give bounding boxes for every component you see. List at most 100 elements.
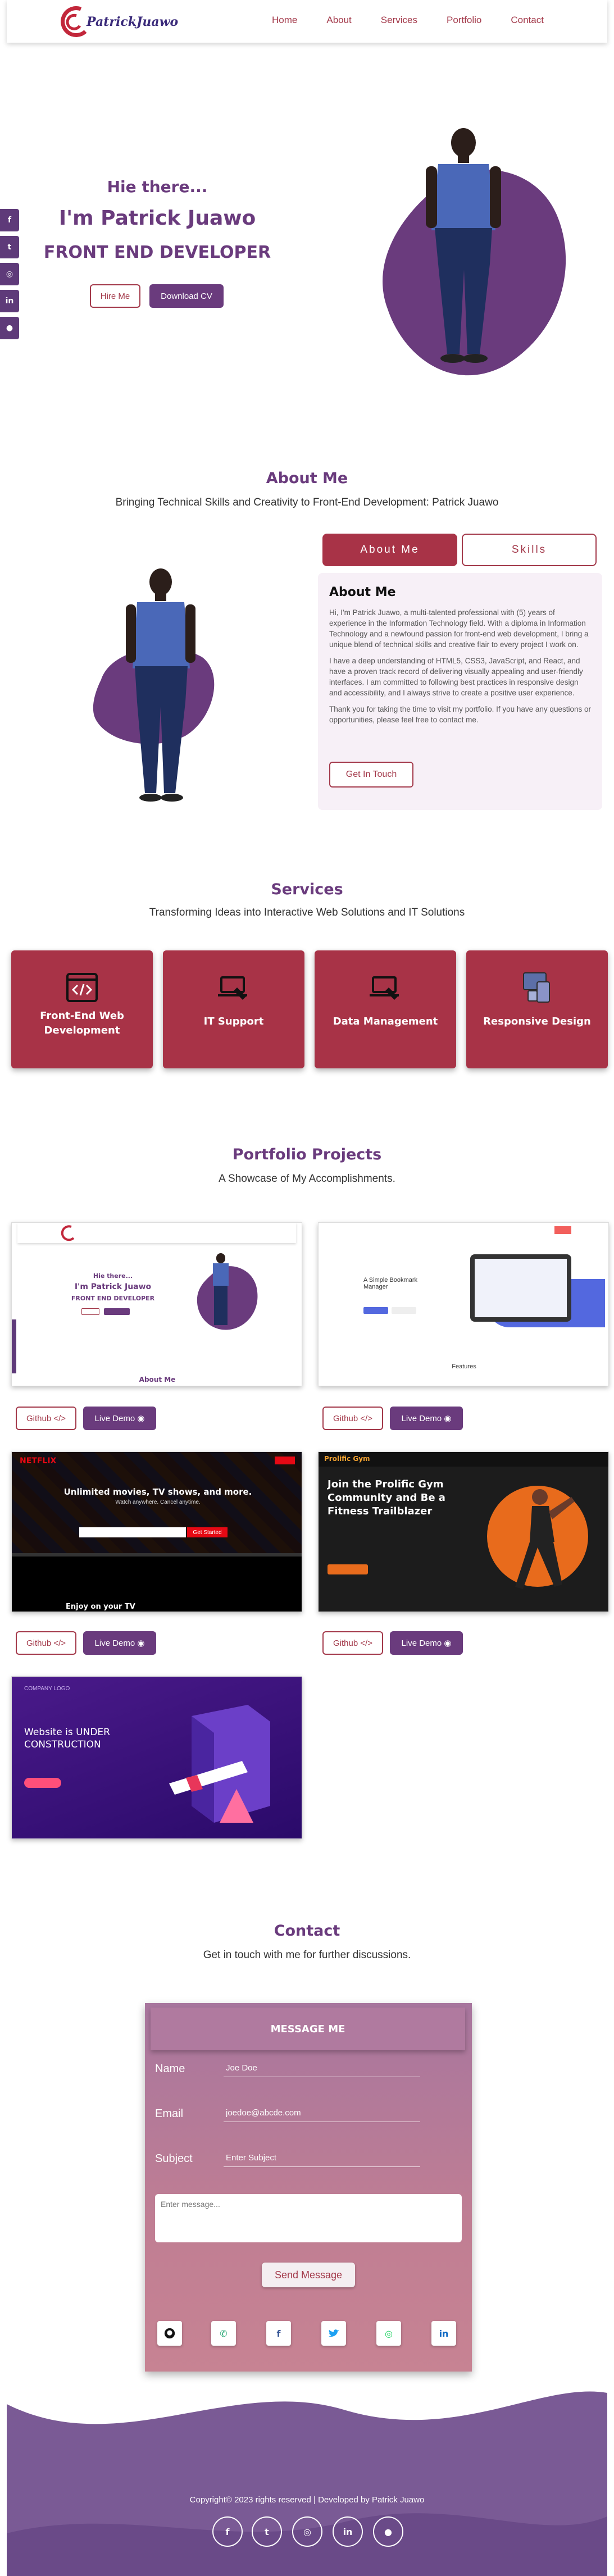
navbar: PatrickJuawo Home About Services Portfol… [7,0,607,43]
logo-text: PatrickJuawo [87,15,179,29]
github-button[interactable]: Github </> [322,1407,383,1430]
about-section-subtitle: Bringing Technical Skills and Creativity… [115,497,499,508]
thumb-construction-illustration [169,1705,270,1823]
service-card-data-management[interactable]: Data Management [315,950,456,1068]
whatsapp-icon[interactable]: ◎ [376,2321,401,2346]
thumb-navbar [319,1223,608,1240]
nav-home[interactable]: Home [272,15,297,26]
service-label: IT Support [203,1016,264,1027]
hire-me-button[interactable]: Hire Me [90,284,140,308]
services-section-title: Services [271,881,343,898]
thumb-button [363,1307,388,1314]
subject-label: Subject [155,2152,193,2165]
thumb-portrait [197,1253,258,1330]
service-card-frontend[interactable]: Front-End Web Development [11,950,153,1068]
hero-portrait [383,128,566,376]
github-button[interactable]: Github </> [16,1407,76,1430]
project-thumbnail-gym[interactable]: Prolific Gym Join the Prolific Gym Commu… [318,1451,609,1612]
facebook-icon[interactable]: f [266,2321,291,2346]
subject-field[interactable] [224,2149,420,2167]
thumb-brand: Prolific Gym [324,1455,370,1463]
thumb-navbar [17,1223,296,1243]
thumb-email-input [79,1527,186,1537]
tab-skills[interactable]: Skills [462,534,597,566]
about-paragraph-2: I have a deep understanding of HTML5, CS… [329,657,583,697]
service-label: Data Management [333,1016,438,1027]
twitter-icon[interactable]: t [252,2516,282,2547]
about-paragraph-1: Hi, I'm Patrick Juawo, a multi-talented … [329,608,589,649]
services-section-subtitle: Transforming Ideas into Interactive Web … [149,907,465,918]
nav-portfolio[interactable]: Portfolio [447,15,481,26]
github-icon[interactable]: ● [373,2516,403,2547]
about-portrait [93,568,215,802]
email-field[interactable] [224,2104,420,2122]
live-demo-button[interactable]: Live Demo ◉ [390,1407,463,1430]
about-card: About Me Hi, I'm Patrick Juawo, a multi-… [318,573,602,810]
send-message-button[interactable]: Send Message [262,2263,355,2287]
nav-contact[interactable]: Contact [511,15,544,26]
linkedin-icon[interactable]: in [431,2321,456,2346]
thumb-brand: NETFLIX [20,1457,57,1466]
thumb-button [81,1308,99,1315]
twitter-icon[interactable] [321,2321,346,2346]
github-button[interactable]: Github </> [16,1631,76,1655]
portfolio-section-title: Portfolio Projects [232,1146,382,1163]
thumb-greeting: Hie there... [93,1272,133,1280]
logo-mark-icon [61,1225,75,1241]
thumb-title: Website is UNDER CONSTRUCTION [24,1727,110,1750]
project-thumbnail-bookmark[interactable]: A Simple Bookmark Manager Features [318,1222,609,1386]
thumb-cta: Get Started [187,1527,228,1537]
whatsapp-icon[interactable]: ◎ [292,2516,322,2547]
name-field[interactable] [224,2059,420,2077]
service-label: Front-End Web Development [40,1010,124,1036]
github-icon[interactable]: ● [0,317,19,339]
service-card-it-support[interactable]: IT Support [163,950,304,1068]
thumb-button [104,1308,130,1315]
project-thumbnail-portfolio[interactable]: Hie there... I'm Patrick Juawo FRONT END… [11,1222,302,1386]
linkedin-icon[interactable]: in [333,2516,363,2547]
tab-about-me[interactable]: About Me [322,534,457,566]
thumb-title: Join the Prolific Gym Community and Be a… [328,1478,445,1517]
phone-icon[interactable]: ✆ [211,2321,236,2346]
thumb-side-socials [12,1319,16,1373]
laptop-data-icon [370,976,399,1000]
nav-links: Home About Services Portfolio Contact [272,15,573,26]
github-button[interactable]: Github </> [322,1631,383,1655]
code-window-icon [66,973,98,1002]
contact-section-title: Contact [274,1922,340,1940]
nav-about[interactable]: About [326,15,351,26]
contact-form-title: MESSAGE ME [151,2008,465,2050]
site-logo[interactable]: PatrickJuawo [58,3,179,39]
message-field[interactable] [155,2194,462,2242]
footer-copyright: Copyright© 2023 rights reserved | Develo… [189,2495,425,2505]
about-paragraph-3: Thank you for taking the time to visit m… [329,705,591,724]
thumb-tablet [470,1254,571,1322]
thumb-title: I'm Patrick Juawo [74,1282,152,1291]
thumb-subtitle: Watch anywhere. Cancel anytime. [115,1499,201,1505]
thumb-signin-button [275,1457,295,1464]
thumb-brand: COMPANY LOGO [24,1686,70,1692]
about-card-heading: About Me [329,585,396,599]
hero-role: FRONT END DEVELOPER [43,243,271,262]
facebook-icon[interactable]: f [212,2516,243,2547]
project-thumbnail-netflix[interactable]: NETFLIX Unlimited movies, TV shows, and … [11,1451,302,1612]
about-section-title: About Me [266,470,348,487]
thumb-subtitle: FRONT END DEVELOPER [71,1295,155,1302]
github-icon[interactable] [157,2321,182,2346]
live-demo-button[interactable]: Live Demo ◉ [83,1407,156,1430]
hero-greeting: Hie there... [107,178,208,196]
thumb-section [12,1556,302,1612]
thumb-button [328,1564,368,1574]
live-demo-button[interactable]: Live Demo ◉ [83,1631,156,1655]
live-demo-button[interactable]: Live Demo ◉ [390,1631,463,1655]
get-in-touch-button[interactable]: Get In Touch [329,762,413,788]
thumb-footer-text: Features [452,1363,476,1370]
whatsapp-icon[interactable]: ◎ [0,263,19,285]
contact-section-subtitle: Get in touch with me for further discuss… [203,1949,411,1961]
nav-services[interactable]: Services [381,15,417,26]
thumb-title: A Simple Bookmark Manager [363,1277,417,1290]
linkedin-icon[interactable]: in [0,290,19,312]
download-cv-button[interactable]: Download CV [149,284,224,308]
project-thumbnail-under-construction[interactable]: COMPANY LOGO Website is UNDER CONSTRUCTI… [11,1676,302,1839]
service-card-responsive[interactable]: Responsive Design [466,950,608,1068]
